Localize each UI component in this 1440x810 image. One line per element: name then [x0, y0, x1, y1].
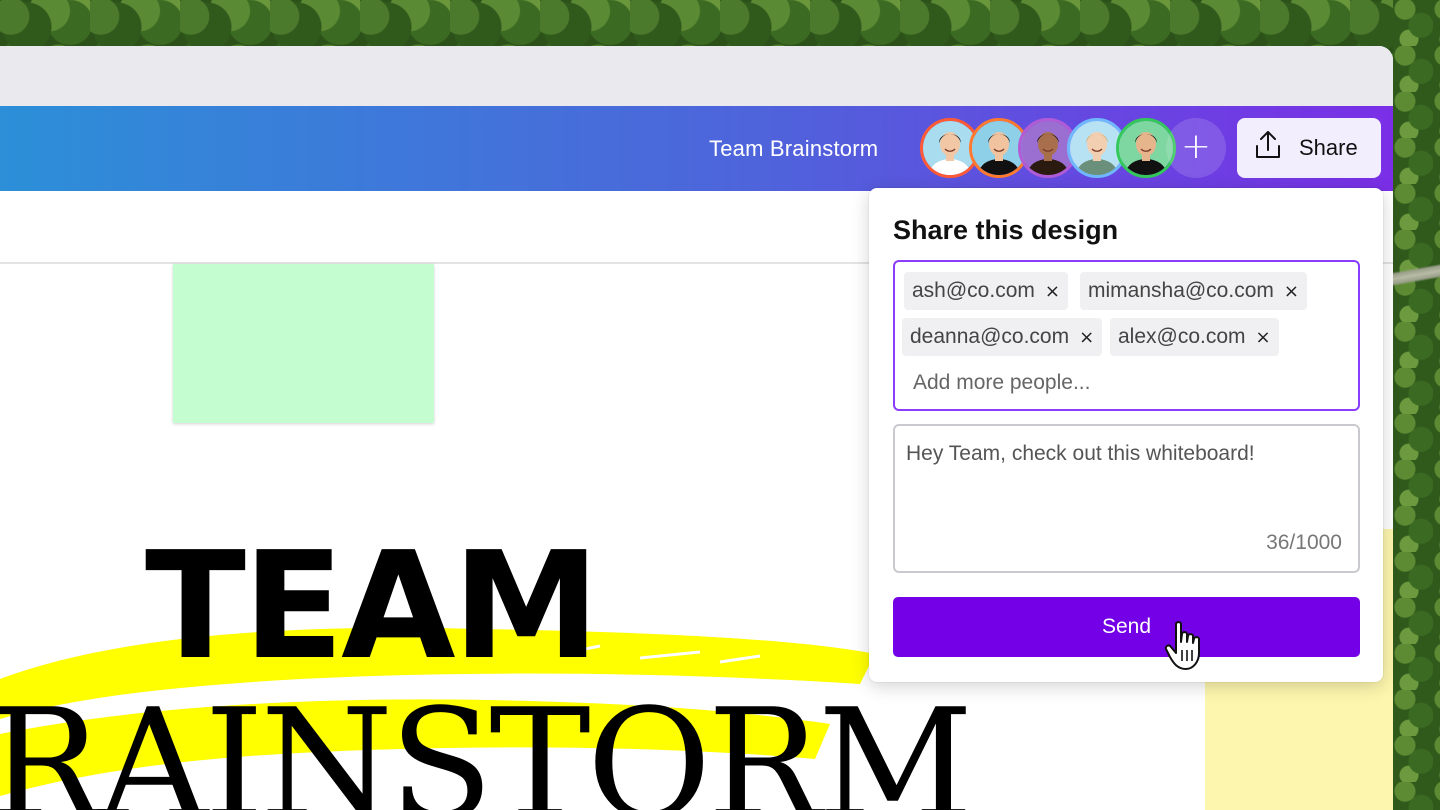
forest-background: [1393, 0, 1440, 810]
remove-recipient-icon[interactable]: ×: [1256, 327, 1271, 348]
message-text: Hey Team, check out this whiteboard!: [906, 442, 1255, 465]
recipient-chip: deanna@co.com ×: [902, 318, 1103, 356]
road-background: [1393, 255, 1440, 295]
remove-recipient-icon[interactable]: ×: [1079, 327, 1094, 348]
recipient-email: alex@co.com: [1118, 325, 1246, 348]
headline-brainstorm[interactable]: RAINSTORM: [0, 689, 973, 810]
hand-pointer-icon: [1164, 621, 1200, 670]
recipient-email: deanna@co.com: [910, 325, 1070, 348]
add-people-input[interactable]: Add more people...: [913, 371, 1090, 395]
remove-recipient-icon[interactable]: ×: [1284, 281, 1299, 302]
remove-recipient-icon[interactable]: ×: [1045, 281, 1060, 302]
share-panel-title: Share this design: [893, 215, 1119, 245]
send-button[interactable]: Send: [893, 597, 1360, 657]
browser-title-bar: [0, 46, 1393, 106]
recipient-email: mimansha@co.com: [1088, 279, 1274, 302]
recipient-chip: ash@co.com ×: [904, 272, 1068, 310]
send-button-label: Send: [1101, 615, 1152, 638]
headline-team[interactable]: TEAM: [145, 532, 600, 680]
character-count: 36/1000: [1266, 531, 1342, 554]
share-panel: Share this design ash@co.com × mimansha@…: [869, 188, 1383, 682]
add-collaborator-button[interactable]: +: [1166, 118, 1226, 178]
share-button-label: Share: [1299, 135, 1358, 160]
recipient-chip: mimansha@co.com ×: [1080, 272, 1307, 310]
collaborator-avatars: +: [920, 118, 1230, 178]
recipients-input[interactable]: ash@co.com × mimansha@co.com × deanna@co…: [893, 260, 1360, 411]
design-title[interactable]: Team Brainstorm: [709, 135, 878, 163]
share-button[interactable]: Share: [1237, 118, 1381, 178]
upload-share-icon: [1253, 129, 1283, 167]
recipient-chip: alex@co.com ×: [1110, 318, 1279, 356]
recipient-email: ash@co.com: [912, 279, 1035, 302]
plus-icon: +: [1180, 126, 1212, 167]
sticky-note-green[interactable]: [173, 264, 434, 423]
message-textarea[interactable]: Hey Team, check out this whiteboard! 36/…: [893, 424, 1360, 573]
